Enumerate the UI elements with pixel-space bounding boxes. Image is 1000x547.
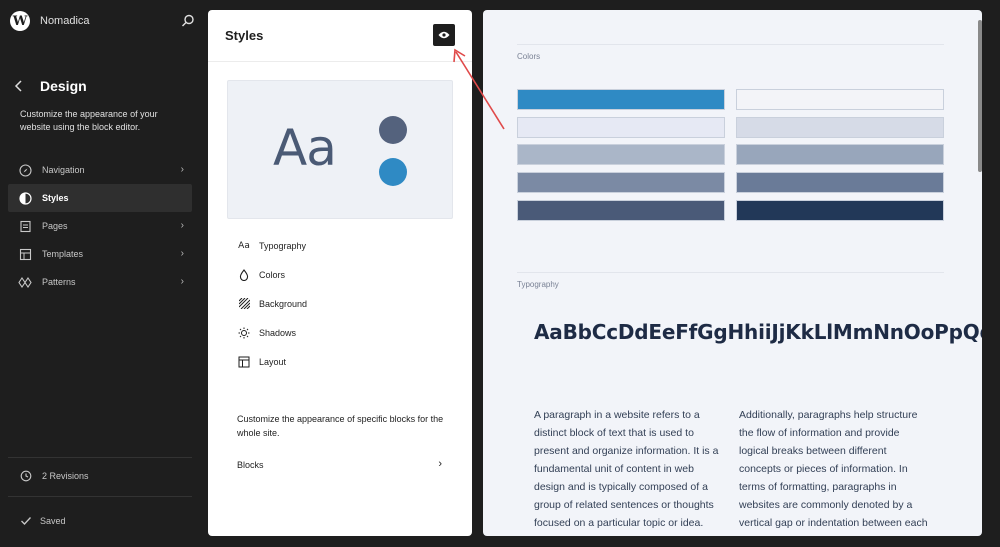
menu-item-label: Colors [259, 269, 286, 280]
menu-item-label: Shadows [259, 327, 297, 338]
sidebar-item-pages[interactable]: Pages › [8, 212, 192, 240]
design-description: Customize the appearance of your website… [20, 109, 158, 132]
sidebar: W Nomadica Design Customize the appearan… [0, 0, 208, 547]
preview-color-dot [379, 158, 407, 186]
sidebar-item-label: Styles [42, 193, 69, 203]
site-header: W Nomadica [10, 10, 200, 32]
blocks-button[interactable]: Blocks › [237, 457, 442, 473]
typography-sample: AaBbCcDdEeFfGgHhiiJjKkLlMmNnOoPpQqKrRrss… [534, 320, 982, 344]
chevron-right-icon: › [180, 164, 184, 175]
navigation-icon [18, 163, 32, 177]
background-icon [237, 297, 251, 311]
eye-icon [438, 31, 450, 39]
blocks-description: Customize the appearance of specific blo… [237, 414, 444, 438]
menu-item-label: Layout [259, 356, 287, 367]
sidebar-item-navigation[interactable]: Navigation › [8, 156, 192, 184]
sidebar-nav: Navigation › Styles Pages › Templates › [8, 156, 192, 296]
templates-icon [18, 247, 32, 261]
chevron-right-icon: › [180, 220, 184, 231]
menu-item-layout[interactable]: Layout [237, 347, 457, 376]
back-arrow-icon[interactable] [12, 76, 26, 96]
preview-color-dot [379, 116, 407, 144]
paragraph-sample-right: Additionally, paragraphs help structure … [739, 409, 928, 536]
saved-label: Saved [40, 516, 66, 526]
sidebar-item-patterns[interactable]: Patterns › [8, 268, 192, 296]
color-swatch [517, 89, 725, 110]
style-preview-card[interactable]: Aa [227, 80, 453, 219]
sidebar-divider [8, 457, 192, 458]
sidebar-item-styles[interactable]: Styles [8, 184, 192, 212]
color-swatch [517, 144, 725, 165]
revisions-label: 2 Revisions [42, 471, 89, 481]
menu-item-typography[interactable]: Aa Typography [237, 231, 457, 260]
color-swatch [736, 172, 944, 193]
typography-icon: Aa [238, 240, 250, 251]
sidebar-item-label: Pages [42, 221, 68, 231]
color-swatch [736, 117, 944, 138]
preview-typography-sample: Aa [273, 119, 337, 177]
menu-item-label: Background [259, 298, 308, 309]
color-swatch [517, 200, 725, 221]
pages-icon [18, 219, 32, 233]
menu-item-background[interactable]: Background [237, 289, 457, 318]
colors-section-label: Colors [517, 52, 541, 61]
section-divider [517, 272, 944, 273]
search-icon[interactable] [180, 13, 196, 29]
shadows-icon [237, 326, 251, 340]
menu-item-label: Typography [259, 240, 307, 251]
patterns-icon [18, 275, 32, 289]
blocks-label: Blocks [237, 460, 264, 470]
site-name[interactable]: Nomadica [40, 15, 90, 27]
color-swatch [736, 144, 944, 165]
design-header: Design [12, 76, 87, 96]
wordpress-logo-icon[interactable]: W [10, 11, 30, 31]
revisions-link[interactable]: 2 Revisions [20, 470, 89, 482]
sidebar-item-templates[interactable]: Templates › [8, 240, 192, 268]
sidebar-item-label: Templates [42, 249, 84, 259]
canvas-scrollbar[interactable] [978, 20, 982, 172]
styles-title: Styles [225, 28, 264, 43]
check-icon [21, 517, 31, 525]
chevron-right-icon: › [180, 248, 184, 259]
styles-header: Styles [208, 10, 472, 62]
layout-icon [237, 355, 251, 369]
chevron-right-icon: › [180, 276, 184, 287]
saved-status: Saved [20, 516, 66, 526]
menu-item-colors[interactable]: Colors [237, 260, 457, 289]
sidebar-divider [8, 496, 192, 497]
style-book-canvas: Colors Typography AaBbCcDdEeFfGgHhiiJjKk… [483, 10, 982, 536]
history-icon [20, 470, 32, 482]
color-swatch [517, 172, 725, 193]
sidebar-item-label: Navigation [42, 165, 85, 175]
page-title: Design [40, 78, 87, 94]
color-swatch [517, 117, 725, 138]
color-swatch [736, 200, 944, 221]
styles-menu: Aa Typography Colors Background Shadows [237, 231, 457, 376]
chevron-right-icon: › [438, 458, 442, 470]
droplet-icon [237, 268, 251, 282]
color-swatch [736, 89, 944, 110]
menu-item-shadows[interactable]: Shadows [237, 318, 457, 347]
style-book-button[interactable] [433, 24, 455, 46]
styles-icon [18, 191, 32, 205]
typography-section-label: Typography [517, 280, 559, 289]
sidebar-item-label: Patterns [42, 277, 76, 287]
styles-panel: Styles Aa Aa Typography Colors Backgroun… [208, 10, 472, 536]
section-divider [517, 44, 944, 45]
paragraph-sample-left: A paragraph in a website refers to a dis… [534, 409, 719, 536]
